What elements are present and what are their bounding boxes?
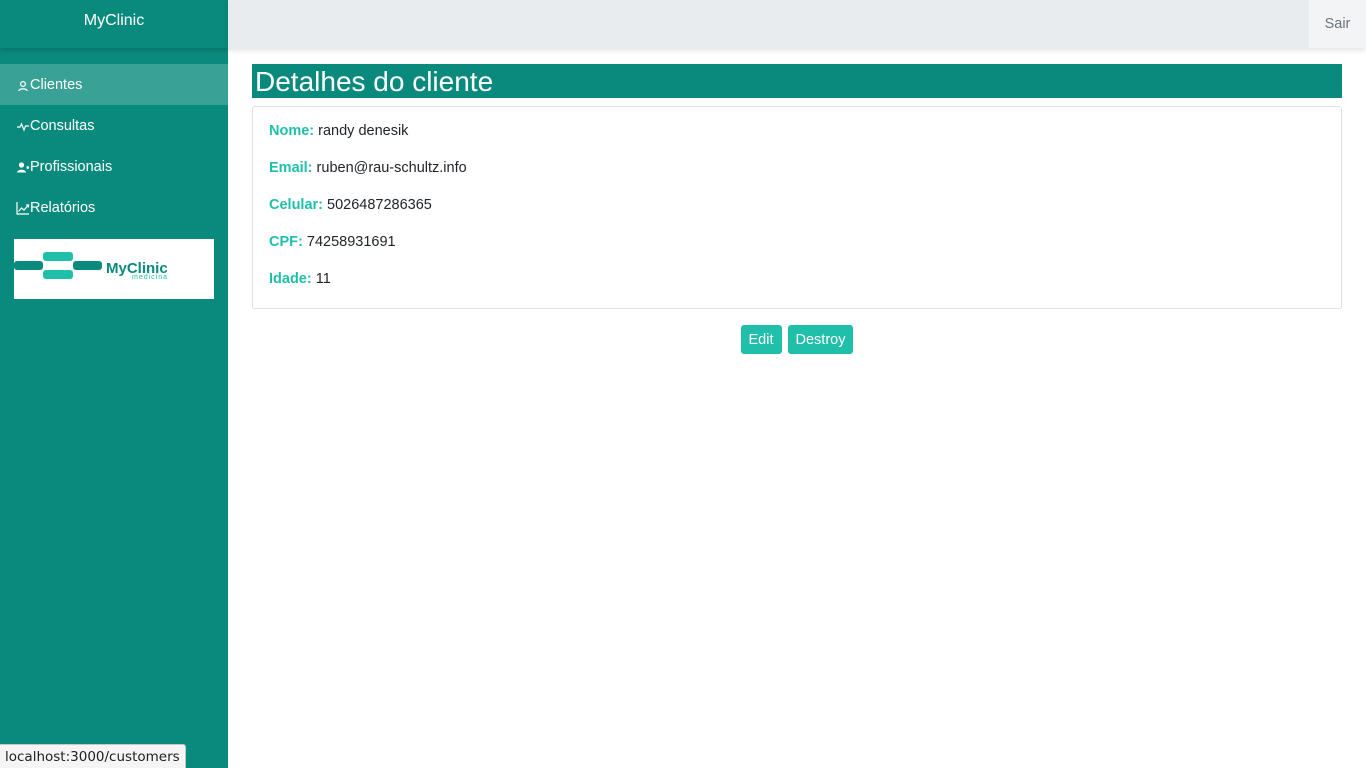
field-value: ruben@rau-schultz.info (316, 160, 467, 176)
field-email: Email: ruben@rau-schultz.info (269, 160, 1325, 177)
logo-tagline: medicina (132, 274, 168, 281)
brand-title[interactable]: MyClinic (0, 0, 228, 48)
sidebar-item-label: Relatórios (30, 199, 96, 216)
action-bar: Edit Destroy (252, 325, 1342, 354)
field-value: randy denesik (318, 123, 409, 139)
sidebar-item-label: Profissionais (30, 158, 113, 175)
activity-icon (16, 119, 30, 133)
sidebar: MyClinic Clientes Consultas Profissionai… (0, 0, 228, 768)
field-idade: Idade: 11 (269, 271, 1325, 288)
chart-icon (16, 201, 30, 215)
sidebar-item-label: Consultas (30, 117, 95, 134)
field-value: 11 (315, 271, 331, 287)
logout-button[interactable]: Sair (1309, 0, 1366, 48)
clinic-logo: MyClinic medicina (14, 239, 214, 299)
sidebar-item-relatorios[interactable]: Relatórios (0, 187, 228, 228)
user-icon (16, 78, 30, 92)
field-value: 5026487286365 (327, 197, 432, 213)
sidebar-item-clientes[interactable]: Clientes (0, 64, 228, 105)
field-value: 74258931691 (306, 234, 396, 250)
field-nome: Nome: randy denesik (269, 123, 1325, 140)
field-label: Email: (269, 160, 313, 176)
status-bar-url: localhost:3000/customers (0, 744, 186, 768)
field-label: Celular: (269, 197, 323, 213)
sidebar-nav: Clientes Consultas Profissionais Relatór… (0, 64, 228, 228)
edit-button[interactable]: Edit (740, 325, 782, 354)
page-title: Detalhes do cliente (252, 64, 1342, 98)
destroy-button[interactable]: Destroy (787, 325, 854, 354)
field-label: Nome: (269, 123, 315, 139)
field-celular: Celular: 5026487286365 (269, 197, 1325, 214)
customer-details-card: Nome: randy denesik Email: ruben@rau-sch… (252, 106, 1342, 309)
clinic-logo-image: MyClinic medicina (14, 252, 168, 281)
sidebar-item-label: Clientes (30, 76, 83, 93)
main-content: Detalhes do cliente Nome: randy denesik … (252, 64, 1342, 354)
sidebar-item-profissionais[interactable]: Profissionais (0, 146, 228, 187)
topbar: Sair (228, 0, 1366, 48)
field-label: Idade: (269, 271, 312, 287)
field-label: CPF: (269, 234, 303, 250)
field-cpf: CPF: 74258931691 (269, 234, 1325, 251)
sidebar-item-consultas[interactable]: Consultas (0, 105, 228, 146)
users-icon (16, 160, 30, 174)
